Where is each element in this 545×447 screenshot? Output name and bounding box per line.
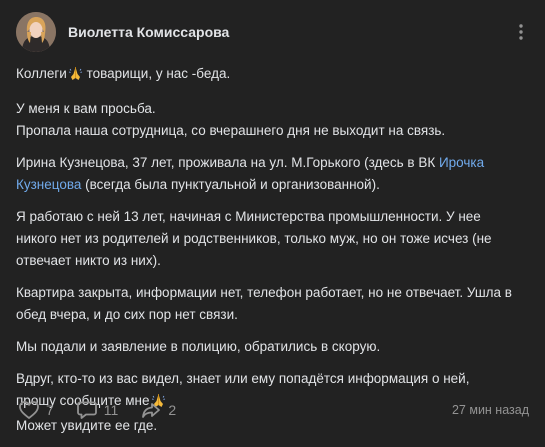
post-header: Виолетта Комиссарова [16,11,533,53]
post-text: Коллеги товарищи, у нас -беда. У меня к … [16,63,520,447]
post-footer: 7 11 2 27 мин назад [18,398,529,422]
comment-icon [76,401,97,419]
share-button[interactable]: 2 [140,400,176,420]
text-line: У меня к вам просьба. [16,101,156,116]
comment-button[interactable]: 11 [76,400,119,420]
like-count: 7 [46,402,54,418]
paragraph-1: Коллеги товарищи, у нас -беда. [16,63,520,88]
text-span: (всегда была пунктуальной и организованн… [81,177,380,192]
paragraph-4: Я работаю с ней 13 лет, начиная с Минист… [16,209,492,268]
paragraph-6: Мы подали и заявление в полицию, обратил… [16,339,381,354]
text-span: Ирина Кузнецова, 37 лет, проживала на ул… [16,155,439,170]
text-span: товарищи, у нас -беда. [82,66,231,81]
comment-count: 11 [103,402,119,418]
paragraph-2: У меня к вам просьба. Пропала наша сотру… [16,98,520,142]
text-line: Пропала наша сотрудница, со вчерашнего д… [16,123,446,138]
share-icon [142,403,161,418]
post-time[interactable]: 27 мин назад [452,403,529,417]
text-span: Коллеги [16,66,67,81]
heart-icon [19,401,39,419]
text-line: Вдруг, кто-то из вас видел, знает или ем… [16,371,470,386]
paragraph-5: Квартира закрыта, информации нет, телефо… [16,285,512,322]
avatar[interactable] [16,12,56,52]
more-icon[interactable] [509,20,533,44]
folded-hands-icon [68,66,83,88]
post-card: Виолетта Комиссарова Коллеги товарищи, у… [0,0,545,433]
paragraph-3: Ирина Кузнецова, 37 лет, проживала на ул… [16,152,520,196]
author-name[interactable]: Виолетта Комиссарова [68,24,229,40]
like-button[interactable]: 7 [18,400,54,420]
share-count: 2 [168,402,177,418]
